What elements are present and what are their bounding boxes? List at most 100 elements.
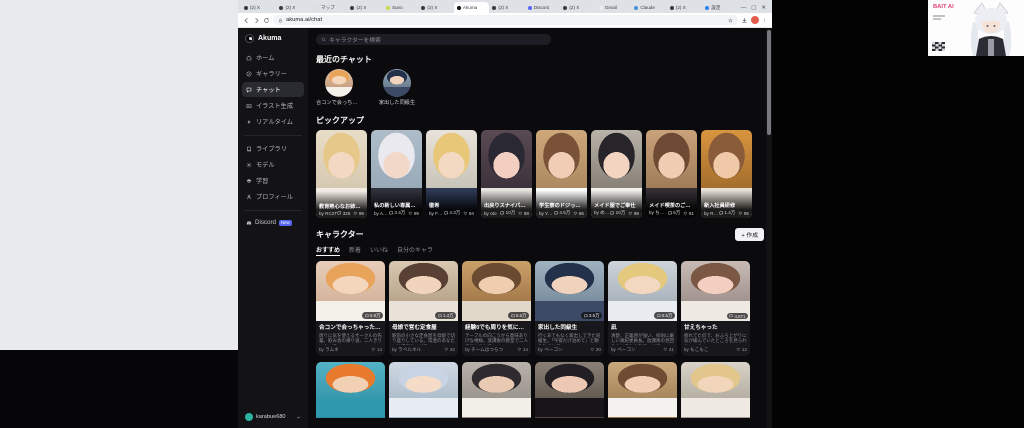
tab-jibun-no-chara[interactable]: 自分のキャラ — [397, 245, 433, 256]
chat-count-icon — [657, 314, 661, 318]
compass-icon — [246, 71, 252, 77]
tab-osusume[interactable]: おすすめ — [316, 245, 340, 256]
character-card[interactable]: 3.5万 家出した同級生 行くあてもなく家出してきた同級生。「今夜だけ泊めて」と… — [535, 261, 604, 356]
tab-iine[interactable]: いいね — [370, 245, 388, 256]
pickup-card[interactable]: 新入社員研修 by RC2T 1.4万 95 — [701, 130, 752, 218]
browser-tab[interactable]: (2) X — [418, 2, 453, 13]
character-card-image[interactable] — [389, 362, 458, 418]
scrollbar-thumb[interactable] — [767, 30, 771, 135]
minimize-button[interactable]: — — [741, 5, 747, 11]
chat-count-icon — [337, 211, 342, 216]
tab-favicon — [563, 6, 567, 10]
pickup-card[interactable]: 学生寮のドジっ娘後輩 by Yukas_cps 4.5万 86 — [536, 130, 587, 218]
back-icon[interactable] — [243, 17, 250, 24]
recent-chat-avatar — [325, 69, 353, 97]
chat-count: 1.4万 — [443, 313, 454, 319]
browser-tab[interactable]: Discord — [525, 2, 560, 13]
character-card-image[interactable] — [608, 362, 677, 418]
tab-label: Suno — [392, 5, 403, 10]
sidebar-item-gear[interactable]: モデル — [242, 157, 304, 172]
forward-icon[interactable] — [253, 17, 260, 24]
browser-tab[interactable]: Suno — [383, 2, 418, 13]
sidebar-item-zap[interactable]: リアルタイム — [242, 114, 304, 129]
tab-shinchaku[interactable]: 新着 — [349, 245, 361, 256]
user-avatar — [245, 413, 253, 421]
chat-count: 1.4万 — [724, 210, 735, 216]
character-card-image[interactable] — [462, 362, 531, 418]
character-card[interactable]: 4,871 甘えちゃった 疲れてたので、おふろ上がりに気が緩んでいたところを見ら… — [681, 261, 750, 356]
pickup-card-footer: メイド服でご奉仕 by めんこ 10万 98 — [591, 190, 642, 219]
character-card-author: by ベーコン — [611, 347, 636, 353]
browser-tab[interactable]: (2) X — [347, 2, 382, 13]
browser-tab[interactable]: 設定 — [702, 2, 737, 13]
character-card[interactable]: 5.9万 合コンで会っちゃった… 周りに気を使えるサークルの先輩。飲み会の帰り道… — [316, 261, 385, 356]
search-input[interactable]: キャラクターを検索 — [316, 34, 551, 45]
close-button[interactable]: ✕ — [761, 5, 766, 11]
like-count: 95 — [744, 211, 749, 216]
sidebar-item-compass[interactable]: ギャラリー — [242, 66, 304, 81]
pickup-card[interactable]: 徹希 by Fatusa 4.3万 94 — [426, 130, 477, 218]
browser-tab[interactable]: Claude — [631, 2, 666, 13]
pickup-card[interactable]: 出戻りスナイパーを同僚にし… by oto 10万 98 — [481, 130, 532, 218]
browser-menu-icon[interactable] — [762, 17, 767, 24]
address-bar[interactable]: akuma.ai/chat — [273, 15, 738, 25]
sidebar-item-chat[interactable]: チャット — [242, 82, 304, 97]
browser-tab[interactable]: マップ — [312, 2, 347, 13]
brand[interactable]: Akuma — [242, 33, 304, 50]
pickup-card[interactable]: 教育熱心なお姉さん by RC2T 325 98 — [316, 130, 367, 218]
character-card[interactable]: 5.5万 凪 清楚、正義感が強い、校則に厳しい風紀委員長。放課後の見回り中にあな… — [608, 261, 677, 356]
create-button[interactable]: + 作成 — [735, 228, 764, 241]
page-scrollbar[interactable] — [766, 28, 772, 428]
chat-count: 325 — [343, 211, 351, 216]
browser-tab[interactable]: Gmail — [596, 2, 631, 13]
recent-chat-item[interactable]: 合コンで会っちゃ… — [316, 69, 362, 106]
character-card-author: by チームはつらつ — [465, 347, 503, 353]
character-card-image[interactable] — [316, 362, 385, 418]
character-card-image[interactable] — [535, 362, 604, 418]
sidebar-item-discord[interactable]: Discord New — [242, 216, 304, 229]
reload-icon[interactable] — [263, 17, 270, 24]
pickup-card-title: 出戻りスナイパーを同僚にし… — [484, 202, 529, 209]
sidebar-divider — [244, 135, 302, 136]
sidebar-item-cap[interactable]: 学習 — [242, 173, 304, 188]
character-card-image[interactable] — [681, 362, 750, 418]
pickup-card[interactable]: メイド喫茶のご指名 by ちゃこ 6万 91 — [646, 130, 697, 218]
browser-profile-avatar[interactable] — [751, 16, 759, 24]
browser-tab[interactable]: (2) X — [560, 2, 595, 13]
browser-tab[interactable]: (2) X — [489, 2, 524, 13]
pickup-card-author: by Fatusa — [429, 211, 444, 216]
user-chip[interactable]: karabue680 — [242, 410, 304, 424]
like-count: 94 — [469, 211, 474, 216]
sidebar: Akuma ホーム ギャラリー チャット イラスト生成 リアルタイム ライブラリ… — [238, 28, 308, 428]
pickup-card-title: 私の新しい専属メイド — [374, 202, 419, 209]
browser-tab[interactable]: Akuma — [454, 2, 489, 13]
browser-tab[interactable]: (2) X — [276, 2, 311, 13]
download-icon[interactable] — [741, 17, 748, 24]
like-count-icon — [444, 347, 449, 352]
pickup-card[interactable]: 私の新しい専属メイド by Anti109 3.4万 99 — [371, 130, 422, 218]
character-card-title: 甘えちゃった — [684, 323, 747, 331]
character-card[interactable]: 5.6万 経験0でも周りを気にする女子… テーブルの向こうから意味ありげな視線。… — [462, 261, 531, 356]
chat-count: 4.3万 — [449, 210, 460, 216]
sidebar-item-label: ホーム — [256, 53, 274, 62]
discord-icon — [246, 220, 252, 226]
character-card-image: 5.5万 — [608, 261, 677, 321]
chat-count: 3.4万 — [394, 210, 405, 216]
like-count-icon — [517, 347, 522, 352]
character-card[interactable]: 1.4万 母娘で営む定食屋 駅前の小さな定食屋を母娘で切り盛りしている。常連のあ… — [389, 261, 458, 356]
browser-tab[interactable]: (2) X — [241, 2, 276, 13]
pickup-card[interactable]: メイド服でご奉仕 by めんこ 10万 98 — [591, 130, 642, 218]
like-count-icon — [518, 211, 523, 216]
search-icon — [321, 37, 326, 42]
sidebar-item-home[interactable]: ホーム — [242, 50, 304, 65]
maximize-button[interactable]: ▢ — [751, 5, 756, 11]
sidebar-item-image[interactable]: イラスト生成 — [242, 98, 304, 113]
recent-chat-name: 家出した同級生 — [374, 99, 420, 106]
sidebar-item-user[interactable]: プロフィール — [242, 189, 304, 204]
chat-icon — [246, 87, 252, 93]
browser-tab[interactable]: (2) X — [667, 2, 702, 13]
recent-chat-item[interactable]: 家出した同級生 — [374, 69, 420, 106]
chat-count-icon — [438, 314, 442, 318]
bookmark-star-icon[interactable] — [728, 18, 733, 23]
sidebar-item-book[interactable]: ライブラリ — [242, 141, 304, 156]
